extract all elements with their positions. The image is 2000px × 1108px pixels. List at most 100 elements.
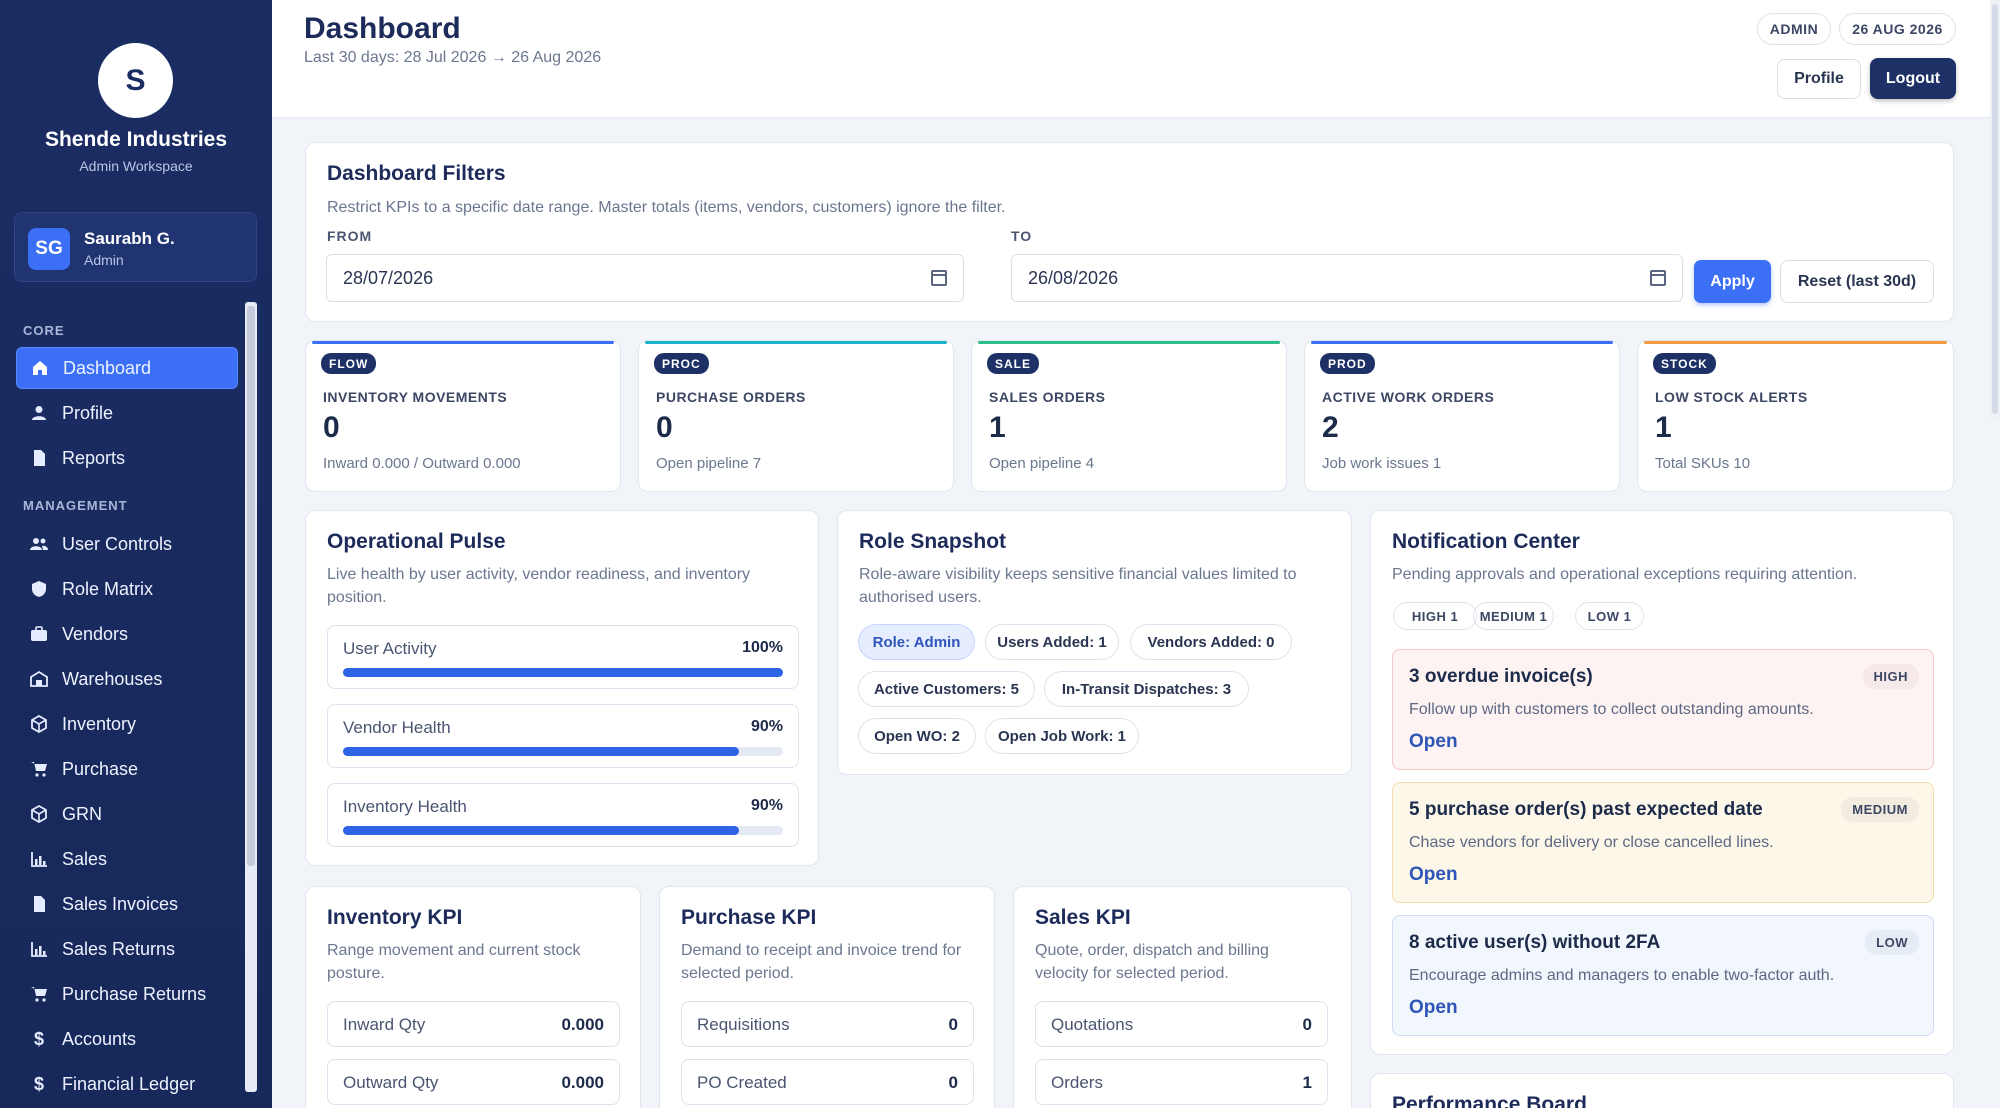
sidebar-item-sales-invoices[interactable]: Sales Invoices	[16, 883, 238, 925]
reset-button[interactable]: Reset (last 30d)	[1780, 260, 1934, 303]
kpi-row: PO Created 0	[681, 1059, 974, 1105]
kpi-value: 0	[323, 411, 340, 444]
kpi-row: Outward Qty 0.000	[327, 1059, 620, 1105]
sidebar-item-accounts[interactable]: $ Accounts	[16, 1018, 238, 1060]
role-title: Role Snapshot	[859, 530, 1007, 553]
sidebar-item-warehouses[interactable]: Warehouses	[16, 658, 238, 700]
sidebar-scrollbar-thumb[interactable]	[247, 306, 255, 866]
metric-name: User Activity	[343, 639, 437, 658]
document-icon	[30, 449, 48, 467]
user-role: Admin	[84, 252, 124, 268]
kpi-card-low-stock-alerts[interactable]: STOCK LOW STOCK ALERTS 1 Total SKUs 10	[1637, 340, 1954, 492]
metric-user-activity: User Activity 100%	[327, 625, 799, 689]
sidebar-item-label: Financial Ledger	[62, 1073, 196, 1094]
page-scrollbar[interactable]	[1990, 0, 2000, 420]
sidebar-item-profile[interactable]: Profile	[16, 392, 238, 434]
notifications-title: Notification Center	[1392, 530, 1580, 553]
sidebar-item-financial-ledger[interactable]: $ Financial Ledger	[16, 1063, 238, 1105]
from-date-input[interactable]: 28/07/2026	[326, 254, 964, 302]
sidebar-item-label: User Controls	[62, 533, 173, 554]
cart-icon	[30, 985, 48, 1003]
sidebar-item-label: Vendors	[62, 623, 129, 644]
warehouse-icon	[30, 670, 48, 688]
filter-chip-low[interactable]: LOW 1	[1575, 602, 1644, 630]
notification-desc: Follow up with customers to collect outs…	[1409, 701, 1814, 718]
severity-badge: MEDIUM	[1841, 797, 1919, 822]
role-pill[interactable]: Role: Admin	[858, 624, 975, 660]
briefcase-icon	[30, 625, 48, 643]
kpi-tag: PROD	[1320, 353, 1375, 374]
cart-icon	[30, 760, 48, 778]
purchase-kpi-title: Purchase KPI	[681, 906, 817, 929]
notification-open-link[interactable]: Open	[1409, 864, 1458, 886]
performance-title: Performance Board	[1392, 1093, 1587, 1108]
notifications-subtitle: Pending approvals and operational except…	[1392, 566, 1858, 583]
sidebar-item-label: GRN	[62, 803, 102, 824]
kpi-value: 0	[656, 411, 673, 444]
role-badge: ADMIN	[1757, 13, 1831, 45]
user-card[interactable]: SG Saurabh G. Admin	[14, 212, 257, 282]
sidebar-item-dashboard[interactable]: Dashboard	[16, 347, 238, 389]
page-scrollbar-thumb[interactable]	[1992, 4, 1998, 414]
kpi-value: 2	[1322, 411, 1339, 444]
sidebar-item-reports[interactable]: Reports	[16, 437, 238, 479]
progress-fill	[343, 747, 739, 756]
kpi-label: SALES ORDERS	[989, 389, 1106, 405]
sidebar-item-user-controls[interactable]: User Controls	[16, 523, 238, 565]
sidebar-scrollbar[interactable]	[245, 302, 257, 1092]
notification-title: 3 overdue invoice(s)	[1409, 666, 1593, 687]
metric-value: 90%	[750, 718, 783, 735]
filter-chip-medium[interactable]: MEDIUM 1	[1473, 602, 1554, 630]
to-date-input[interactable]: 26/08/2026	[1011, 254, 1683, 302]
dollar-icon: $	[33, 1073, 44, 1094]
notification-title: 5 purchase order(s) past expected date	[1409, 799, 1763, 820]
sidebar-item-label: Sales	[62, 848, 108, 869]
kpi-row-value: 0	[1302, 1015, 1312, 1034]
inventory-kpi-card: Inventory KPI Range movement and current…	[305, 886, 641, 1108]
kpi-card-active-work-orders[interactable]: PROD ACTIVE WORK ORDERS 2 Job work issue…	[1304, 340, 1620, 492]
in-transit-dispatches-pill[interactable]: In-Transit Dispatches: 3	[1044, 671, 1249, 707]
sales-kpi-title: Sales KPI	[1035, 906, 1131, 929]
pulse-title: Operational Pulse	[327, 530, 506, 553]
notification-title: 8 active user(s) without 2FA	[1409, 932, 1661, 953]
kpi-card-sales-orders[interactable]: SALE SALES ORDERS 1 Open pipeline 4	[971, 340, 1287, 492]
kpi-card-inventory-movements[interactable]: FLOW INVENTORY MOVEMENTS 0 Inward 0.000 …	[305, 340, 621, 492]
sidebar-item-vendors[interactable]: Vendors	[16, 613, 238, 655]
open-wo-pill[interactable]: Open WO: 2	[858, 718, 976, 754]
sidebar-item-label: Role Matrix	[62, 578, 154, 599]
sidebar-item-grn[interactable]: GRN	[16, 793, 238, 835]
notification-open-link[interactable]: Open	[1409, 731, 1458, 753]
apply-button[interactable]: Apply	[1694, 260, 1771, 303]
sidebar-item-role-matrix[interactable]: Role Matrix	[16, 568, 238, 610]
sidebar-item-purchase[interactable]: Purchase	[16, 748, 238, 790]
filters-title: Dashboard Filters	[327, 162, 506, 185]
sidebar-item-purchase-returns[interactable]: Purchase Returns	[16, 973, 238, 1015]
sidebar-item-sales-returns[interactable]: Sales Returns	[16, 928, 238, 970]
severity-badge: HIGH	[1862, 664, 1919, 689]
kpi-note: Total SKUs 10	[1655, 455, 1751, 472]
sidebar-item-label: Warehouses	[62, 668, 163, 689]
logout-button[interactable]: Logout	[1870, 58, 1956, 99]
open-job-work-pill[interactable]: Open Job Work: 1	[985, 718, 1139, 754]
sidebar-item-inventory[interactable]: Inventory	[16, 703, 238, 745]
calendar-icon[interactable]	[1650, 270, 1666, 286]
vendors-added-pill[interactable]: Vendors Added: 0	[1130, 624, 1292, 660]
shield-icon	[30, 580, 48, 598]
calendar-icon[interactable]	[931, 270, 947, 286]
kpi-tag: STOCK	[1653, 353, 1716, 374]
kpi-card-purchase-orders[interactable]: PROC PURCHASE ORDERS 0 Open pipeline 7	[638, 340, 954, 492]
sidebar-item-sales[interactable]: Sales	[16, 838, 238, 880]
workspace-label: Admin Workspace	[79, 158, 193, 174]
top-header: Dashboard Last 30 days: 28 Jul 2026 → 26…	[272, 0, 2000, 118]
active-customers-pill[interactable]: Active Customers: 5	[858, 671, 1035, 707]
profile-button[interactable]: Profile	[1777, 59, 1861, 99]
kpi-row: Quotations 0	[1035, 1001, 1328, 1047]
kpi-accent-bar	[645, 341, 947, 344]
box-icon	[30, 805, 48, 823]
kpi-tag: SALE	[987, 353, 1040, 374]
kpi-row-value: 0	[948, 1073, 958, 1092]
page-title: Dashboard	[304, 12, 461, 45]
users-added-pill[interactable]: Users Added: 1	[985, 624, 1119, 660]
notification-open-link[interactable]: Open	[1409, 997, 1458, 1019]
filter-chip-high[interactable]: HIGH 1	[1393, 602, 1477, 630]
